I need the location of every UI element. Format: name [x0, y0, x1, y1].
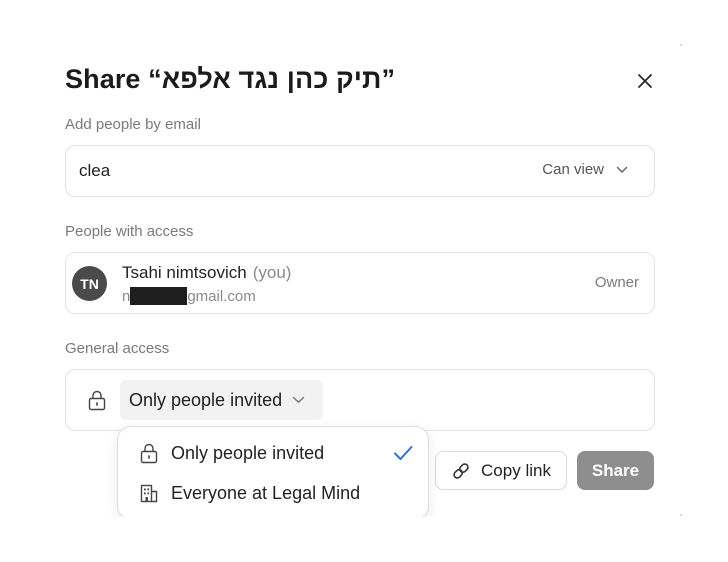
general-access-row: Only people invited	[65, 369, 655, 431]
person-name: Tsahi nimtsovich	[122, 263, 247, 282]
link-icon	[453, 462, 469, 479]
add-people-field[interactable]: Can view	[65, 145, 655, 197]
redaction-block	[130, 287, 188, 305]
dropdown-option-label: Only people invited	[171, 442, 325, 463]
permission-label: Can view	[542, 161, 604, 178]
person-email: n gmail.com	[122, 287, 256, 305]
dropdown-option-everyone-at-org[interactable]: Everyone at Legal Mind	[118, 474, 428, 512]
check-icon	[392, 442, 414, 464]
general-access-select[interactable]: Only people invited	[120, 380, 323, 420]
email-suffix: gmail.com	[187, 288, 256, 305]
add-people-label: Add people by email	[65, 116, 201, 133]
dropdown-option-label: Everyone at Legal Mind	[171, 482, 361, 503]
avatar: TN	[72, 266, 107, 301]
dropdown-option-only-people-invited[interactable]: Only people invited	[118, 434, 428, 472]
edge-mark	[680, 44, 682, 46]
share-button[interactable]: Share	[577, 451, 654, 490]
people-with-access-label: People with access	[65, 223, 194, 240]
edge-mark	[680, 514, 682, 516]
role-label: Owner	[594, 274, 639, 291]
you-tag: (you)	[252, 263, 292, 282]
building-icon	[138, 482, 160, 504]
dialog-title: Share “תיק כהן נגד אלפא”	[65, 64, 396, 94]
person-name-line: Tsahi nimtsovich (you)	[122, 263, 291, 283]
close-button[interactable]	[632, 68, 658, 94]
permission-select[interactable]: Can view	[542, 161, 628, 178]
chevron-down-icon	[616, 166, 628, 173]
person-row: TN Tsahi nimtsovich (you) n gmail.com Owne…	[65, 252, 655, 314]
general-access-dropdown: Only people invited Everyone at Legal Mi…	[117, 426, 429, 520]
copy-link-label: Copy link	[481, 460, 551, 480]
close-icon	[638, 74, 652, 88]
backdrop-area	[0, 517, 728, 562]
general-access-value: Only people invited	[129, 389, 283, 410]
general-access-label: General access	[65, 340, 170, 357]
copy-link-button[interactable]: Copy link	[435, 451, 567, 490]
lock-icon	[86, 389, 108, 411]
email-prefix: n	[122, 288, 131, 305]
email-input[interactable]	[79, 146, 479, 196]
chevron-down-icon	[292, 396, 305, 403]
lock-icon	[138, 442, 160, 464]
page: Share “תיק כהן נגד אלפא” Add people by e…	[0, 0, 728, 562]
